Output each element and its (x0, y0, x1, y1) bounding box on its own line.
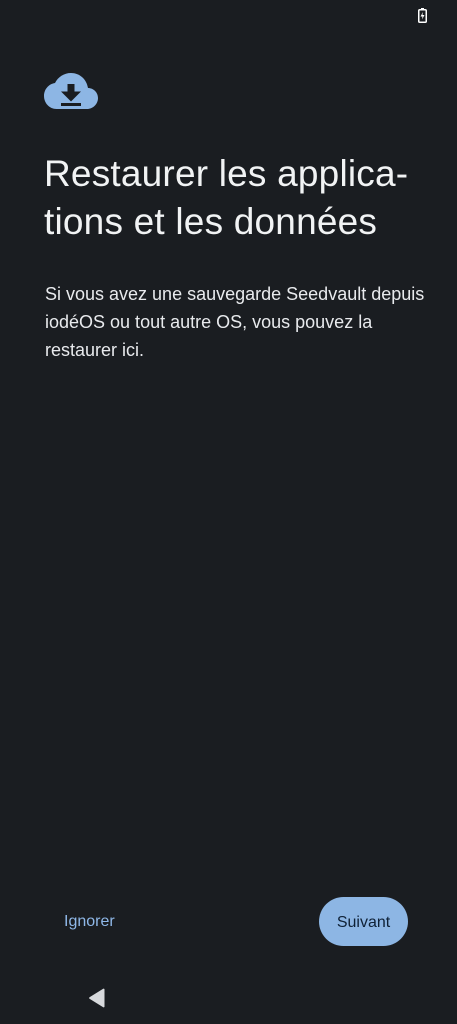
cloud-download-icon (44, 73, 98, 109)
battery-charging-icon (418, 8, 427, 23)
status-bar (0, 0, 457, 32)
skip-button[interactable]: Ignorer (48, 898, 131, 946)
navigation-bar (0, 976, 457, 1024)
next-button[interactable]: Suivant (319, 897, 408, 946)
back-icon[interactable] (88, 988, 106, 1008)
page-title: Restaurer les applica­tions et les donné… (44, 153, 409, 242)
page-description: Si vous avez une sauvegarde Seedvault de… (45, 284, 425, 360)
